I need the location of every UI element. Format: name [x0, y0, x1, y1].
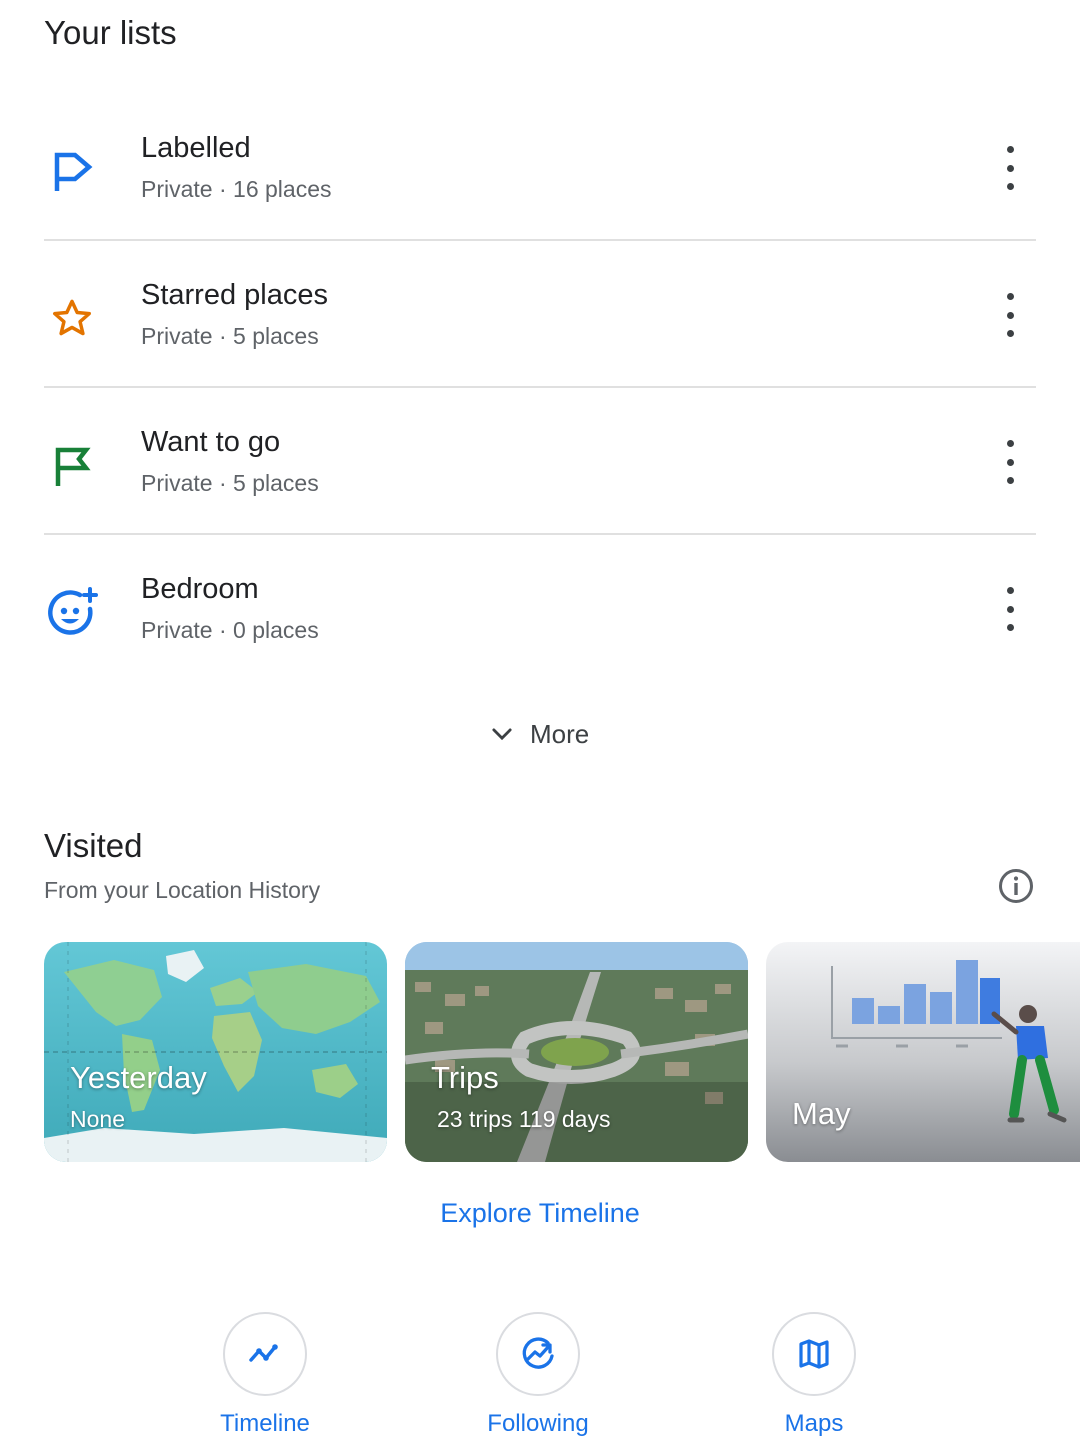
list-item-bedroom[interactable]: Bedroom Private · 0 places	[0, 535, 1080, 681]
list-meta: Private · 5 places	[141, 323, 319, 349]
more-options-icon[interactable]	[990, 146, 1030, 190]
card-title: Trips	[431, 1060, 499, 1095]
card-subtitle: 23 trips 119 days	[437, 1106, 611, 1132]
map-icon	[772, 1312, 856, 1396]
more-options-icon[interactable]	[990, 293, 1030, 337]
more-options-icon[interactable]	[990, 587, 1030, 631]
more-button[interactable]: More	[488, 714, 589, 754]
list-name: Bedroom	[141, 573, 259, 605]
nav-label: Timeline	[220, 1410, 310, 1437]
list-item-want-to-go[interactable]: Want to go Private · 5 places	[0, 388, 1080, 534]
list-item-labelled[interactable]: Labelled Private · 16 places	[0, 94, 1080, 240]
star-icon	[44, 291, 100, 347]
visited-title: Visited	[44, 827, 143, 864]
list-name: Labelled	[141, 132, 251, 164]
more-label: More	[530, 718, 590, 749]
list-name: Starred places	[141, 279, 328, 311]
following-icon	[496, 1312, 580, 1396]
flag-icon	[44, 438, 100, 494]
trips-card[interactable]: Trips 23 trips 119 days	[405, 942, 748, 1162]
timeline-icon	[223, 1312, 307, 1396]
list-item-starred[interactable]: Starred places Private · 5 places	[0, 241, 1080, 387]
card-subtitle: None	[70, 1106, 125, 1132]
list-meta: Private · 16 places	[141, 176, 332, 202]
visited-subtitle: From your Location History	[44, 877, 321, 903]
explore-timeline-link[interactable]: Explore Timeline	[0, 1198, 1080, 1229]
nav-timeline[interactable]: Timeline	[175, 1312, 355, 1438]
card-title: May	[792, 1096, 851, 1131]
may-card[interactable]: May	[766, 942, 1080, 1162]
nav-following[interactable]: Following	[448, 1312, 628, 1438]
yesterday-card[interactable]: Yesterday None	[44, 942, 387, 1162]
label-flag-icon	[44, 144, 100, 200]
emoji-add-icon	[44, 585, 100, 641]
list-meta: Private · 5 places	[141, 470, 319, 496]
info-icon[interactable]	[996, 866, 1036, 906]
nav-maps[interactable]: Maps	[724, 1312, 904, 1438]
more-options-icon[interactable]	[990, 440, 1030, 484]
list-name: Want to go	[141, 426, 281, 458]
nav-label: Following	[487, 1410, 589, 1437]
nav-label: Maps	[784, 1410, 844, 1437]
card-title: Yesterday	[70, 1060, 207, 1095]
chevron-down-icon	[492, 728, 512, 741]
list-meta: Private · 0 places	[141, 617, 319, 643]
your-lists-title: Your lists	[44, 14, 177, 51]
